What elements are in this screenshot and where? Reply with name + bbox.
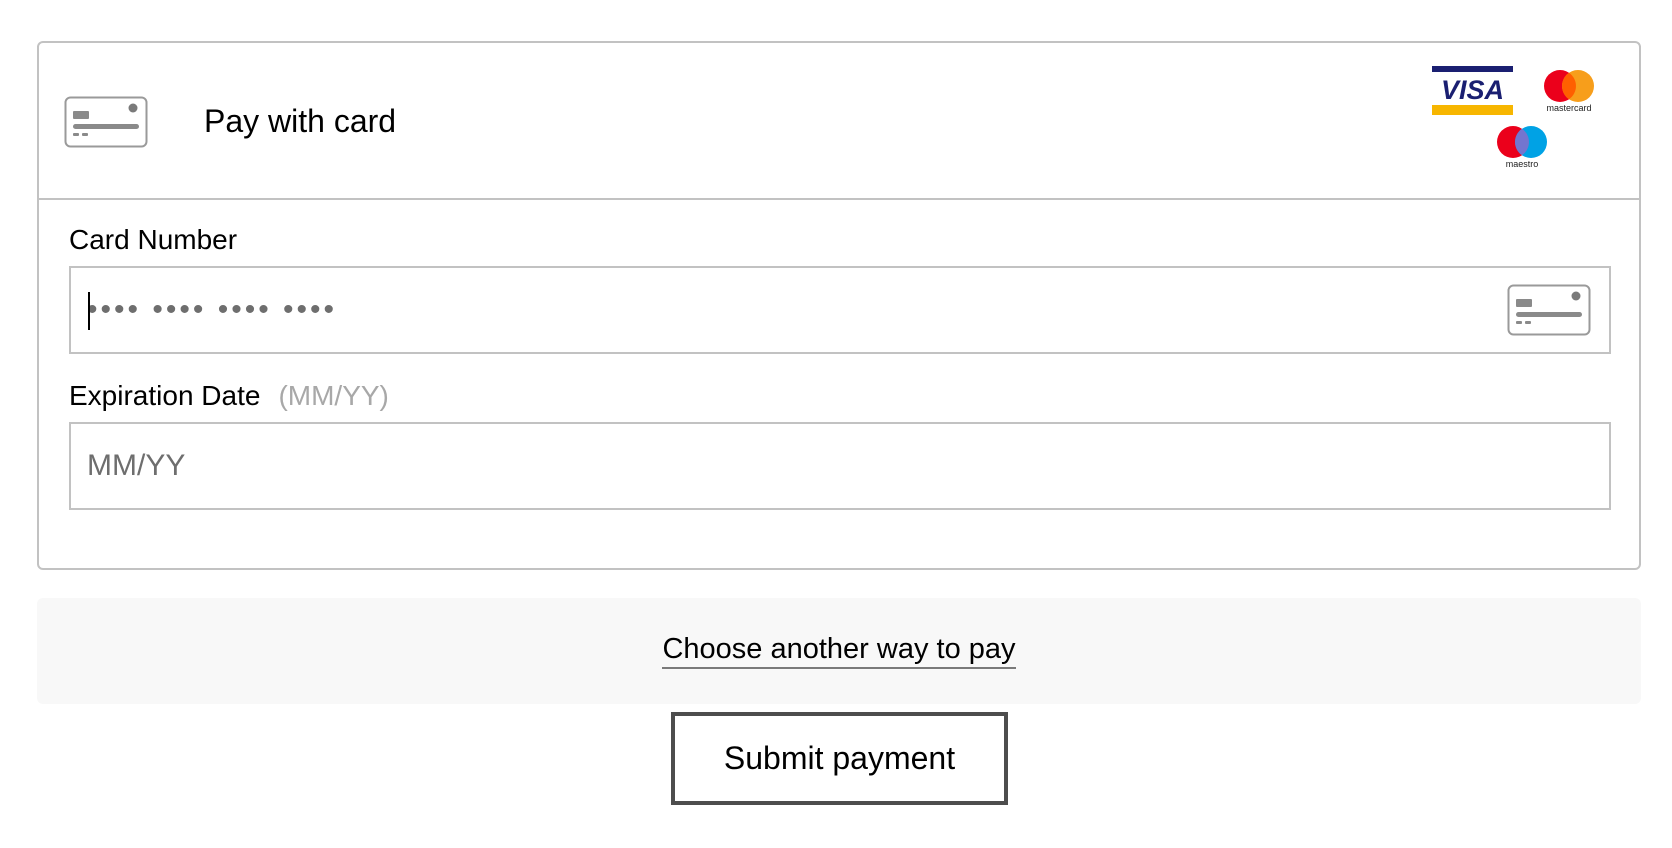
- page-title: Pay with card: [204, 103, 397, 139]
- visa-logo-icon: VISA: [1432, 66, 1513, 115]
- maestro-wordmark: maestro: [1506, 159, 1539, 169]
- alternate-payment-bar: Choose another way to pay: [37, 598, 1641, 704]
- expiration-date-format-hint: (MM/YY): [278, 380, 389, 411]
- mastercard-wordmark: mastercard: [1546, 103, 1591, 113]
- card-number-label: Card Number: [69, 223, 237, 257]
- expiration-date-label-text: Expiration Date: [69, 380, 261, 411]
- maestro-logo-icon: maestro: [1497, 126, 1547, 169]
- mastercard-logo-icon: mastercard: [1544, 70, 1594, 113]
- pay-with-card-panel: Pay with card VISA mastercard maestro Ca…: [37, 41, 1641, 570]
- expiration-date-label: Expiration Date (MM/YY): [69, 379, 389, 413]
- visa-wordmark: VISA: [1441, 75, 1504, 105]
- text-cursor: [88, 292, 90, 330]
- choose-another-way-link[interactable]: Choose another way to pay: [662, 632, 1016, 669]
- credit-card-icon: [64, 96, 148, 148]
- credit-card-icon: [1507, 284, 1591, 336]
- card-number-input[interactable]: [69, 266, 1611, 354]
- submit-payment-button[interactable]: Submit payment: [671, 712, 1008, 805]
- card-number-label-text: Card Number: [69, 224, 238, 255]
- expiration-date-input[interactable]: [69, 422, 1611, 510]
- panel-header: Pay with card VISA mastercard maestro: [39, 43, 1639, 200]
